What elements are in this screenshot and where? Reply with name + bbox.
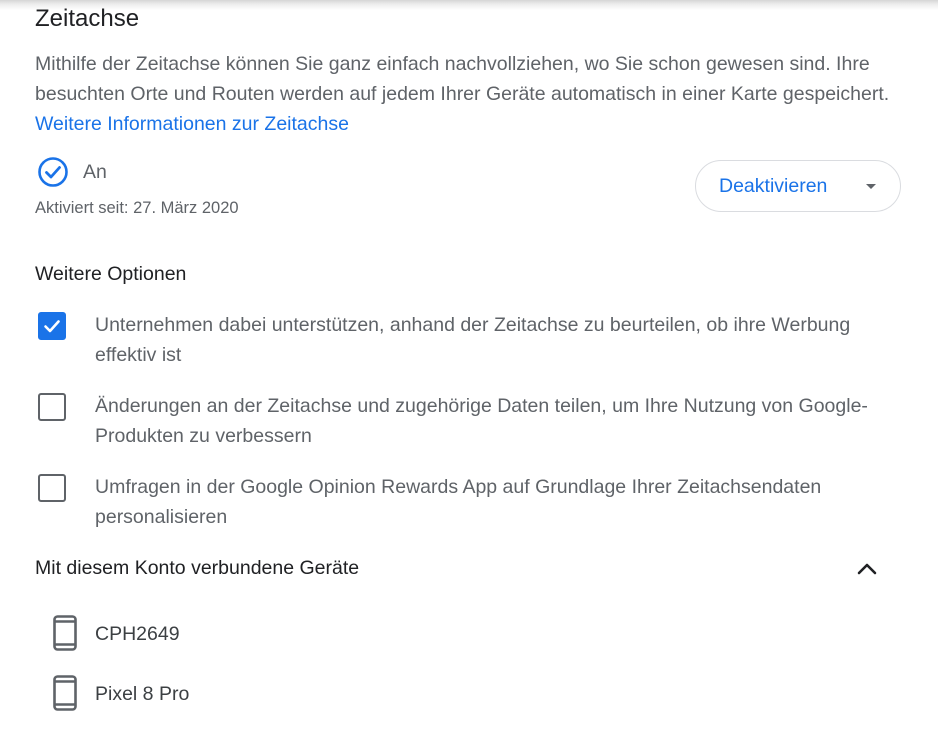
device-item[interactable]: Pixel 8 Pro	[52, 675, 452, 715]
option-label: Unternehmen dabei unterstützen, anhand d…	[95, 314, 851, 366]
device-name: Pixel 8 Pro	[95, 683, 190, 705]
status-since: Aktiviert seit: 27. März 2020	[35, 199, 239, 217]
ad-effectiveness-checkbox[interactable]	[38, 312, 66, 340]
share-changes-checkbox[interactable]	[38, 393, 66, 421]
status-label: An	[83, 161, 107, 183]
more-options-title: Weitere Optionen	[35, 263, 187, 285]
top-shadow	[0, 0, 938, 10]
timeline-description: Mithilfe der Zeitachse können Sie ganz e…	[35, 49, 905, 139]
phone-icon	[53, 675, 77, 711]
check-circle-icon	[38, 157, 68, 187]
option-label: Umfragen in der Google Opinion Rewards A…	[95, 476, 822, 528]
chevron-up-icon[interactable]	[855, 558, 879, 578]
option-label: Änderungen an der Zeitachse und zugehöri…	[95, 395, 868, 447]
checkmark-icon	[44, 320, 60, 333]
device-item[interactable]: CPH2649	[52, 615, 452, 655]
learn-more-link[interactable]: Weitere Informationen zur Zeitachse	[35, 113, 349, 135]
device-name: CPH2649	[95, 623, 180, 645]
deactivate-button-label: Deaktivieren	[719, 175, 828, 197]
page-title: Zeitachse	[35, 5, 140, 32]
connected-devices-title: Mit diesem Konto verbundene Geräte	[35, 557, 360, 579]
dropdown-arrow-icon	[866, 184, 876, 189]
timeline-settings-page: Zeitachse Mithilfe der Zeitachse können …	[0, 0, 938, 744]
description-text: Mithilfe der Zeitachse können Sie ganz e…	[35, 53, 890, 105]
deactivate-button[interactable]: Deaktivieren	[695, 160, 901, 212]
phone-icon	[53, 615, 77, 651]
opinion-rewards-checkbox[interactable]	[38, 474, 66, 502]
